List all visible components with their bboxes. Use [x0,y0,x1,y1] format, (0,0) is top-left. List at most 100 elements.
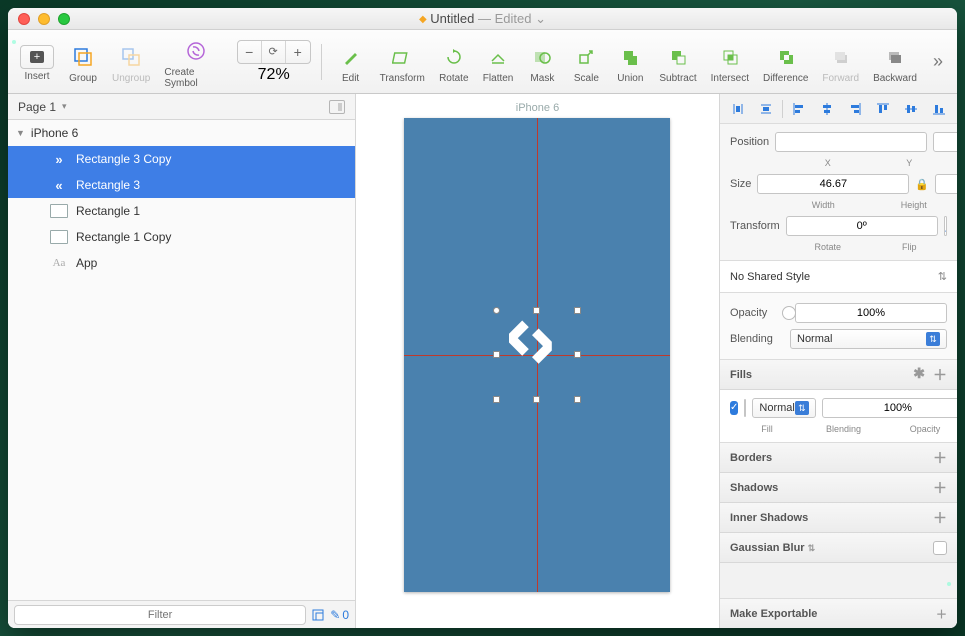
layer-list: ▼ iPhone 6 » Rectangle 3 Copy « Rectangl… [8,120,355,600]
opacity-input[interactable] [795,303,947,323]
resize-handle[interactable] [574,351,581,358]
artboard-row[interactable]: ▼ iPhone 6 [8,120,355,146]
align-right-button[interactable] [843,99,867,119]
fills-header-label: Fills [730,369,752,381]
layer-name: Rectangle 3 [76,178,140,192]
panel-toggle-icon[interactable] [329,100,345,114]
fill-blend-select[interactable]: Normal⇅ [752,398,815,418]
mask-button[interactable]: Mask [523,40,561,84]
gaussian-blur-checkbox[interactable] [933,541,947,555]
subtract-button[interactable]: Subtract [655,40,700,84]
add-fill-button[interactable]: ＋ [933,365,947,385]
zoom-in-button[interactable]: + [286,41,310,63]
toolbar: + Insert Group Ungroup Create Symbol − ⟳… [8,30,957,94]
intersect-button[interactable]: Intersect [707,40,753,84]
lock-aspect-icon[interactable]: 🔒 [915,178,929,191]
layer-row[interactable]: « Rectangle 3 [8,172,355,198]
dropdown-caret-icon: ⇅ [795,401,809,415]
align-top-button[interactable] [871,99,895,119]
add-shadow-button[interactable]: ＋ [933,478,947,498]
ungroup-button[interactable]: Ungroup [108,40,154,84]
layer-row[interactable]: Rectangle 1 Copy [8,224,355,250]
layer-name: App [76,256,97,270]
scale-button[interactable]: Scale [567,40,605,84]
gaussian-blur-label: Gaussian Blur ⇅ [730,542,815,554]
document-status: — Edited [478,11,531,26]
resize-handle[interactable] [493,307,500,314]
blending-label: Blending [730,333,784,345]
fills-header: Fills ✱ ＋ [720,360,957,390]
disclosure-triangle-icon[interactable]: ▼ [16,128,25,138]
layer-row[interactable]: » Rectangle 3 Copy [8,146,355,172]
zoom-reset-button[interactable]: ⟳ [262,41,286,63]
fill-blend-sublabel: Blending [790,424,897,434]
rectangle-icon [50,204,68,218]
layer-filter-bar: ✎0 [8,600,355,628]
union-button[interactable]: Union [611,40,649,84]
blending-mode-value: Normal [797,333,832,345]
insert-button[interactable]: + Insert [16,42,58,82]
add-inner-shadow-button[interactable]: ＋ [933,508,947,528]
rotate-input[interactable] [786,216,938,236]
height-sublabel: Height [881,200,948,210]
resize-handle[interactable] [574,396,581,403]
width-input[interactable] [757,174,909,194]
create-symbol-button[interactable]: Create Symbol [160,34,230,89]
height-input[interactable] [935,174,957,194]
width-sublabel: Width [790,200,857,210]
distribute-vertical-button[interactable] [754,99,778,119]
layer-row[interactable]: Rectangle 1 [8,198,355,224]
forward-button[interactable]: Forward [818,40,863,84]
blending-mode-select[interactable]: Normal ⇅ [790,329,947,349]
layer-filter-input[interactable] [14,605,306,625]
make-exportable-header[interactable]: Make Exportable ＋ [720,598,957,628]
add-border-button[interactable]: ＋ [933,448,947,468]
titlebar: ◆ Untitled — Edited ⌄ [8,8,957,30]
distribute-horizontal-button[interactable] [726,99,750,119]
resize-handle[interactable] [574,307,581,314]
page-selector[interactable]: Page 1 ▾ [8,94,355,120]
fill-enabled-checkbox[interactable]: ✓ [730,401,738,415]
layer-row[interactable]: Aa App [8,250,355,276]
fill-opacity-input[interactable] [822,398,957,418]
resize-handle[interactable] [533,307,540,314]
artboard[interactable] [404,118,670,592]
group-button[interactable]: Group [64,40,102,84]
resize-handle[interactable] [493,396,500,403]
transform-button[interactable]: Transform [376,40,429,84]
selection-bounds [497,311,577,399]
resize-handle[interactable] [493,351,500,358]
updown-caret-icon: ⇅ [938,270,947,283]
fills-settings-icon[interactable]: ✱ [913,365,925,385]
edit-button[interactable]: Edit [332,40,370,84]
rotate-button[interactable]: Rotate [435,40,473,84]
position-y-input[interactable] [933,132,957,152]
slice-filter-button[interactable] [312,609,324,621]
fill-color-swatch[interactable] [744,399,746,417]
layer-name: Rectangle 1 Copy [76,230,171,244]
flip-horizontal-button[interactable]: ◢◣ [945,217,947,235]
make-exportable-label: Make Exportable [730,608,817,620]
zoom-out-button[interactable]: − [238,41,262,63]
backward-button[interactable]: Backward [869,40,921,84]
title-menu-caret[interactable]: ⌄ [535,11,546,26]
layer-name: Rectangle 1 [76,204,140,218]
difference-button[interactable]: Difference [759,40,812,84]
canvas[interactable]: iPhone 6 [356,94,719,628]
svg-text:+: + [34,51,40,63]
artboard-label[interactable]: iPhone 6 [516,102,559,114]
add-export-button[interactable]: ＋ [936,606,947,622]
shared-style-selector[interactable]: No Shared Style ⇅ [720,261,957,293]
resize-handle[interactable] [533,396,540,403]
size-label: Size [730,178,751,190]
export-count-button[interactable]: ✎0 [330,608,349,622]
align-hcenter-button[interactable] [815,99,839,119]
align-bottom-button[interactable] [927,99,951,119]
zoom-control: − ⟳ + 72% [237,40,311,84]
align-vcenter-button[interactable] [899,99,923,119]
toolbar-overflow-button[interactable]: » [927,51,949,72]
align-left-button[interactable] [787,99,811,119]
flatten-button[interactable]: Flatten [479,40,518,84]
position-x-input[interactable] [775,132,927,152]
shape-chevron-right-icon: » [50,152,68,166]
